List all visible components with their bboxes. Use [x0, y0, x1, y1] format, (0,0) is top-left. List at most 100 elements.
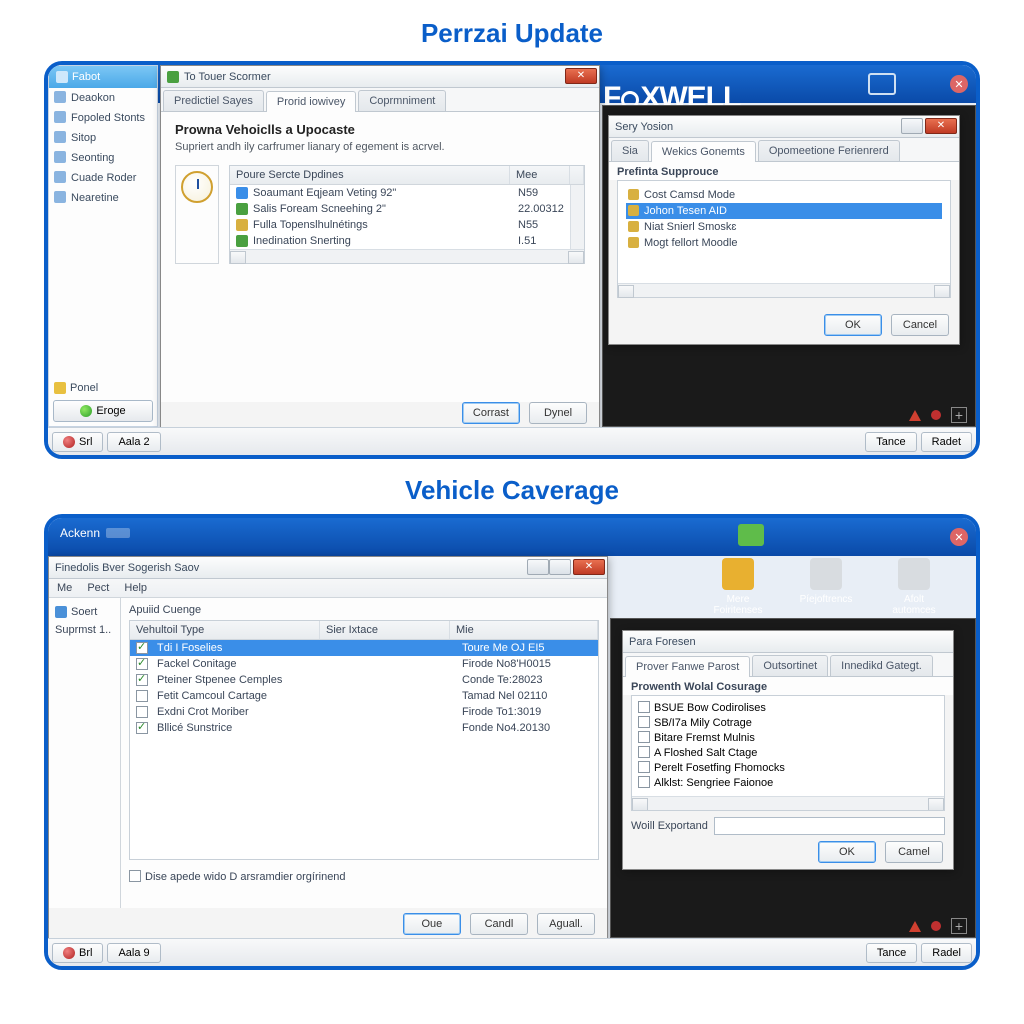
nav-item[interactable]: Suprmst 1.. [53, 620, 116, 640]
checkbox-icon[interactable] [136, 706, 148, 718]
cancel-button[interactable]: Cancel [891, 314, 949, 336]
tree-item[interactable]: Niat Snierl Smoskɛ [626, 219, 942, 235]
checkbox-icon[interactable] [136, 658, 148, 670]
dialog-titlebar[interactable]: Para Foresen [623, 631, 953, 653]
desktop-icon[interactable]: Mere Foiritenses [708, 558, 768, 616]
status-button[interactable]: Tance [865, 432, 916, 452]
status-button[interactable]: Brl [52, 943, 103, 963]
bottom-panel: ✕ Ackenn Mere Foiritenses Píejoftrencs A… [44, 514, 980, 970]
status-button[interactable]: Radel [921, 943, 972, 963]
export-input[interactable] [714, 817, 945, 835]
table-row[interactable]: Exdni Crot MoriberFirode To1:3019 [130, 704, 598, 720]
ok-button[interactable]: OK [824, 314, 882, 336]
sidebar-footer[interactable]: Ponel [54, 382, 98, 394]
table-row[interactable]: Bllicé SunstriceFonde No4.20130 [130, 720, 598, 736]
menu-item[interactable]: Help [124, 582, 147, 594]
table-row[interactable]: Soaumant Eqjeam Veting 92"N59 [230, 185, 584, 201]
list-item[interactable]: SB/I7a Mily Cotrage [638, 715, 938, 730]
menu-item[interactable]: Pect [87, 582, 109, 594]
sidebar-button[interactable]: Eroge [53, 400, 153, 422]
list-item[interactable]: BSUE Bow Codirolises [638, 700, 938, 715]
checkbox-icon[interactable] [638, 701, 650, 713]
tree-item[interactable]: Johon Tesen AID [626, 203, 942, 219]
checkbox-icon[interactable] [638, 776, 650, 788]
close-icon[interactable]: ✕ [950, 75, 968, 93]
checkbox-icon[interactable] [136, 722, 148, 734]
status-button[interactable]: Aala 9 [107, 943, 160, 963]
table-row[interactable]: Pteiner Stpenee CemplesConde Te:28023 [130, 672, 598, 688]
ok-button[interactable]: OK [818, 841, 876, 863]
dialog-titlebar[interactable]: Sery Yosion✕ [609, 116, 959, 138]
checkbox-icon[interactable] [638, 716, 650, 728]
list-item[interactable]: Bitare Fremst Mulnis [638, 730, 938, 745]
table-row[interactable]: Fackel ConitageFirode No8'H0015 [130, 656, 598, 672]
table-row[interactable]: Salis Foream Scneehing 2"22.00312 [230, 201, 584, 217]
tab[interactable]: Innedikd Gategt. [830, 655, 933, 676]
sidebar-item[interactable]: Sitop [49, 128, 157, 148]
cancel-button[interactable]: Dynel [529, 402, 587, 424]
scrollbar-v[interactable] [570, 185, 584, 249]
checkbox-icon[interactable] [136, 642, 148, 654]
field-label: Woill Exportand [631, 820, 708, 832]
checkbox-icon[interactable] [129, 870, 141, 882]
status-button[interactable]: Aala 2 [107, 432, 160, 452]
close-icon[interactable]: ✕ [565, 68, 597, 84]
tab[interactable]: Opomeetione Ferienrerd [758, 140, 900, 161]
tab[interactable]: Predictiel Sayes [163, 90, 264, 111]
tab[interactable]: Coprmniment [358, 90, 446, 111]
nav-item[interactable]: Soert [53, 604, 116, 620]
tree-item[interactable]: Mogt fellort Moodle [626, 235, 942, 251]
app-icon[interactable] [738, 524, 764, 546]
status-button[interactable]: Tance [866, 943, 917, 963]
desktop-icon[interactable]: Píejoftrencs [796, 558, 856, 616]
add-icon[interactable]: + [951, 407, 967, 423]
status-button[interactable]: Radet [921, 432, 972, 452]
tab[interactable]: Prorid iowivey [266, 91, 356, 112]
scrollbar-h[interactable] [230, 249, 584, 263]
connect-button[interactable]: Corrast [462, 402, 520, 424]
add-icon[interactable]: + [951, 918, 967, 934]
table-header: Poure Sercte DpdinesMee [230, 166, 584, 185]
checkbox-icon[interactable] [638, 746, 650, 758]
desktop-icon[interactable]: Afolt automces [884, 558, 944, 616]
close-icon[interactable]: ✕ [925, 118, 957, 134]
list-item[interactable]: A Floshed Salt Ctage [638, 745, 938, 760]
tree-item[interactable]: Cost Camsd Mode [626, 187, 942, 203]
sidebar-item[interactable]: Deaokon [49, 88, 157, 108]
list-item[interactable]: Perelt Fosetfing Fhomocks [638, 760, 938, 775]
scrollbar-h[interactable] [618, 283, 950, 297]
dialog-titlebar[interactable]: To Touer Scormer✕ [161, 66, 599, 88]
minimize-icon[interactable] [901, 118, 923, 134]
checkbox-icon[interactable] [136, 690, 148, 702]
table-row[interactable]: Tdi I FoseliesToure Me OJ EI5 [130, 640, 598, 656]
sidebar-item[interactable]: Seonting [49, 148, 157, 168]
scrollbar-h[interactable] [632, 796, 944, 810]
status-button[interactable]: Srl [52, 432, 103, 452]
table-row[interactable]: Fulla TopenslhulnétingsN55 [230, 217, 584, 233]
menu-item[interactable]: Me [57, 582, 72, 594]
apply-button[interactable]: Aguall. [537, 913, 595, 935]
checkbox-icon[interactable] [638, 731, 650, 743]
sidebar-item[interactable]: Cuade Roder [49, 168, 157, 188]
table-row[interactable]: Inedination SnertingI.51 [230, 233, 584, 249]
cancel-button[interactable]: Camel [885, 841, 943, 863]
ok-button[interactable]: Oue [403, 913, 461, 935]
checkbox-icon[interactable] [136, 674, 148, 686]
tab[interactable]: Prover Fanwe Parost [625, 656, 750, 677]
footer-checkbox[interactable]: Dise apede wido D arsramdier orgírinend [129, 860, 599, 883]
tab[interactable]: Wekics Gonemts [651, 141, 756, 162]
close-icon[interactable]: ✕ [950, 528, 968, 546]
table-row[interactable]: Fetit Camcoul CartageTamad Nel 02110 [130, 688, 598, 704]
dialog-titlebar[interactable]: Finedolis Bver Sogerish Saov✕ [49, 557, 607, 579]
checkbox-icon[interactable] [638, 761, 650, 773]
cancel-button[interactable]: Candl [470, 913, 528, 935]
sidebar-item[interactable]: Nearetine [49, 188, 157, 208]
tab[interactable]: Sia [611, 140, 649, 161]
list-item[interactable]: Alklst: Sengriee Faionoe [638, 775, 938, 790]
close-icon[interactable]: ✕ [573, 559, 605, 575]
sidebar-item[interactable]: Fopoled Stonts [49, 108, 157, 128]
tab[interactable]: Outsortinet [752, 655, 828, 676]
maximize-icon[interactable] [549, 559, 571, 575]
group-label: Prowenth Wolal Cosurage [623, 677, 953, 695]
minimize-icon[interactable] [527, 559, 549, 575]
